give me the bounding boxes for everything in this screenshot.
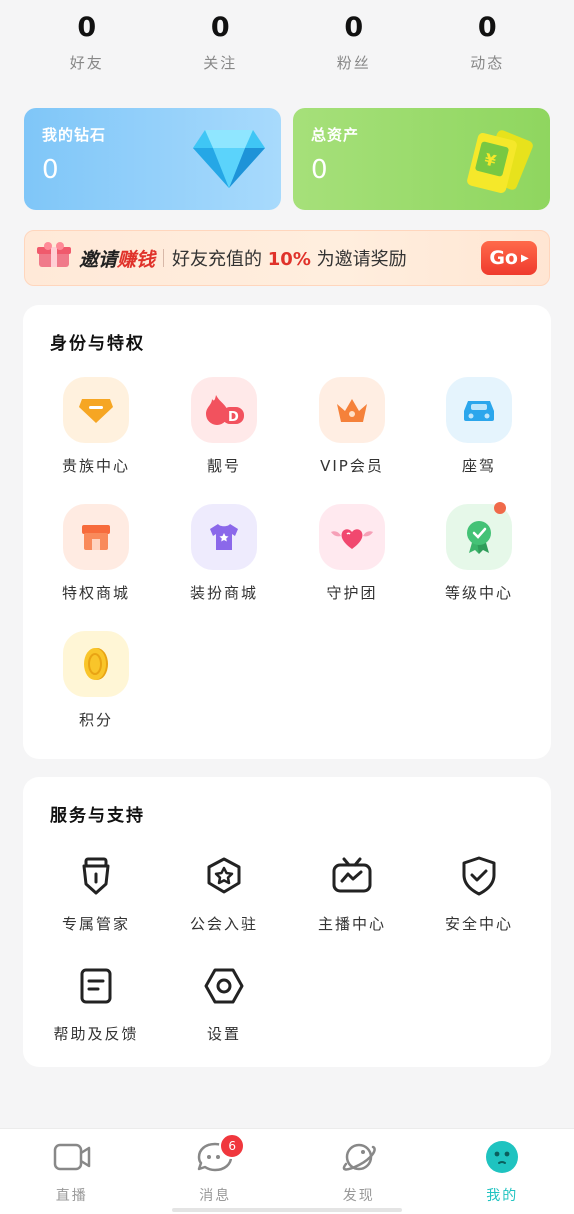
crown-icon	[319, 377, 385, 443]
bottom-tab-bar: 直播 6 消息 发现 我的	[0, 1128, 574, 1214]
unread-badge: 6	[219, 1133, 246, 1159]
tab-discover[interactable]: 发现	[287, 1129, 431, 1214]
item-label: 装扮商城	[189, 584, 258, 602]
gift-icon	[35, 241, 73, 275]
stat-value: 0	[477, 12, 497, 43]
medal-icon	[446, 502, 512, 570]
settings-icon	[203, 965, 245, 1007]
grid-item-help-feedback[interactable]: 帮助及反馈	[32, 965, 160, 1044]
profile-face-icon	[482, 1139, 522, 1175]
grid-item-vip[interactable]: VIP会员	[288, 377, 416, 476]
tshirt-icon	[191, 504, 257, 570]
camera-icon	[52, 1139, 92, 1175]
fire-id-icon: D	[191, 377, 257, 443]
invite-divider	[163, 249, 165, 267]
section-title: 身份与特权	[50, 334, 145, 354]
invite-title: 邀请赚钱	[79, 248, 156, 271]
stat-friends[interactable]: 0 好友	[20, 0, 154, 90]
grid-item-dressup-mall[interactable]: 装扮商城	[160, 504, 288, 603]
assets-card[interactable]: 总资产 0 ¥	[293, 108, 550, 210]
item-label: 专属管家	[61, 915, 130, 933]
diamond-card[interactable]: 我的钻石 0	[24, 108, 281, 210]
planet-icon	[339, 1139, 379, 1175]
item-label: 公会入驻	[189, 915, 258, 933]
item-label: 守护团	[326, 584, 378, 602]
identity-section: 身份与特权 贵族中心 D 靓号 VIP会员 座驾 特权商城 装扮商城 守护团 等…	[23, 305, 551, 759]
service-section: 服务与支持 专属管家 公会入驻 主播中心 安全中心 帮助及反馈 设置	[23, 777, 551, 1067]
item-label: 等级中心	[444, 584, 513, 602]
tab-label: 我的	[486, 1188, 519, 1204]
winged-heart-icon	[319, 504, 385, 570]
go-button[interactable]: Go ▶	[481, 241, 537, 275]
grid-item-vehicle[interactable]: 座驾	[415, 377, 543, 476]
item-label: 安全中心	[444, 915, 513, 933]
grid-item-guild[interactable]: 公会入驻	[160, 855, 288, 934]
item-label: 特权商城	[61, 584, 130, 602]
grid-item-pretty-id[interactable]: D 靓号	[160, 377, 288, 476]
coin-icon	[63, 631, 129, 697]
item-label: 靓号	[206, 457, 241, 475]
money-ticket-icon: ¥	[462, 126, 536, 200]
diamond-icon	[191, 126, 267, 194]
steward-icon	[75, 855, 117, 897]
chat-icon: 6	[195, 1133, 246, 1175]
shield-check-icon	[458, 855, 500, 897]
tab-me[interactable]: 我的	[431, 1129, 574, 1214]
item-label: 积分	[78, 711, 113, 729]
invite-text: 好友充值的 10% 为邀请奖励	[172, 249, 407, 270]
stat-label: 好友	[69, 54, 104, 72]
item-label: VIP会员	[320, 457, 384, 475]
grid-item-steward[interactable]: 专属管家	[32, 855, 160, 934]
stat-fans[interactable]: 0 粉丝	[287, 0, 421, 90]
grid-item-guardian[interactable]: 守护团	[288, 504, 416, 603]
section-title: 服务与支持	[50, 806, 145, 826]
stat-value: 0	[77, 12, 97, 43]
feedback-icon	[75, 965, 117, 1007]
tab-messages[interactable]: 6 消息	[144, 1129, 288, 1214]
stat-label: 关注	[203, 54, 238, 72]
stats-row: 0 好友 0 关注 0 粉丝 0 动态	[0, 0, 574, 90]
stat-following[interactable]: 0 关注	[154, 0, 288, 90]
car-icon	[446, 377, 512, 443]
noble-badge-icon	[63, 377, 129, 443]
item-label: 主播中心	[317, 915, 386, 933]
stat-posts[interactable]: 0 动态	[421, 0, 555, 90]
stat-value: 0	[210, 12, 230, 43]
grid-item-anchor-center[interactable]: 主播中心	[288, 855, 416, 934]
grid-item-noble-center[interactable]: 贵族中心	[32, 377, 160, 476]
invite-banner[interactable]: 邀请赚钱 好友充值的 10% 为邀请奖励 Go ▶	[24, 230, 550, 286]
stat-label: 粉丝	[336, 54, 371, 72]
grid-item-security-center[interactable]: 安全中心	[415, 855, 543, 934]
tab-label: 发现	[342, 1188, 375, 1204]
item-label: 设置	[206, 1025, 241, 1043]
svg-text:D: D	[228, 410, 239, 425]
tab-live[interactable]: 直播	[0, 1129, 144, 1214]
tab-label: 直播	[55, 1188, 88, 1204]
item-label: 帮助及反馈	[53, 1025, 139, 1043]
tv-icon	[331, 855, 373, 897]
item-label: 贵族中心	[61, 457, 130, 475]
stat-value: 0	[344, 12, 364, 43]
notification-dot	[494, 502, 506, 514]
grid-item-settings[interactable]: 设置	[160, 965, 288, 1044]
store-icon	[63, 504, 129, 570]
grid-item-level-center[interactable]: 等级中心	[415, 502, 543, 603]
tab-label: 消息	[199, 1188, 232, 1204]
grid-item-points[interactable]: 积分	[32, 631, 160, 730]
home-indicator	[172, 1208, 402, 1212]
stat-label: 动态	[470, 54, 505, 72]
item-label: 座驾	[461, 457, 496, 475]
grid-item-privilege-mall[interactable]: 特权商城	[32, 504, 160, 603]
guild-icon	[203, 855, 245, 897]
